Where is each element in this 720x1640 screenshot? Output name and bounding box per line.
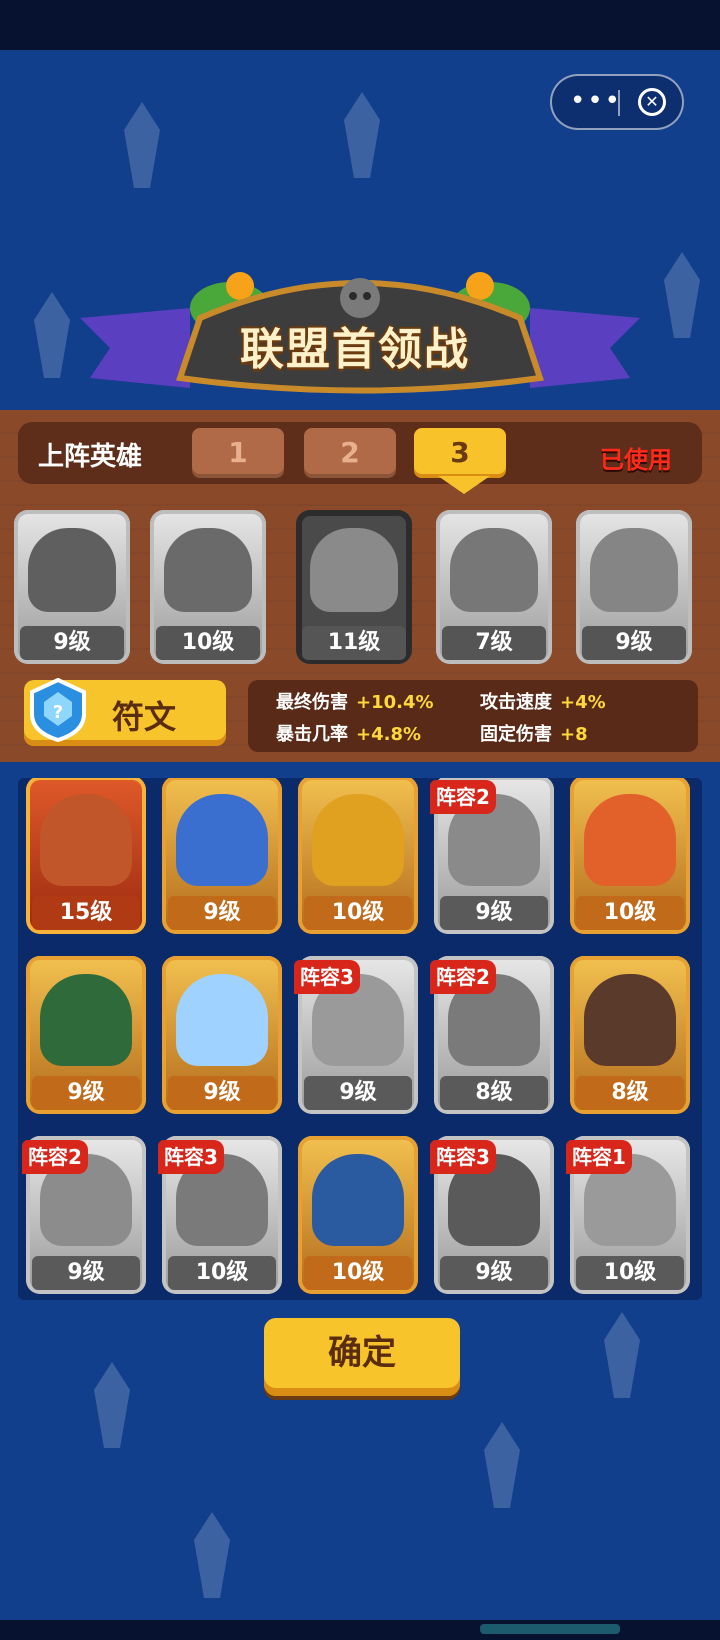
roster-hero-card[interactable]: 9级 — [158, 778, 286, 940]
roster-hero-card[interactable]: 9级 阵容2 — [22, 1128, 150, 1300]
hero-portrait — [164, 528, 252, 612]
rune-shield-icon: ? — [30, 678, 86, 742]
hero-portrait — [590, 528, 678, 612]
roster-hero-card[interactable]: 10级 — [294, 1128, 422, 1300]
hero-portrait — [584, 974, 676, 1066]
close-circle-icon[interactable]: ✕ — [638, 88, 666, 116]
lineup-badge: 阵容2 — [430, 780, 496, 814]
miniprogram-capsule: ••• ✕ — [550, 74, 684, 130]
hero-level: 9级 — [20, 626, 124, 660]
lineup-badge: 阵容3 — [158, 1140, 224, 1174]
roster-hero-card[interactable]: 9级 阵容2 — [430, 778, 558, 940]
background-figure-icon — [480, 1420, 524, 1510]
roster-hero-card[interactable]: 8级 阵容2 — [430, 948, 558, 1120]
hero-level: 9级 — [440, 1256, 548, 1290]
hero-level: 9级 — [168, 896, 276, 930]
more-dots-icon[interactable]: ••• — [570, 86, 622, 116]
hero-portrait — [176, 974, 268, 1066]
hero-portrait — [310, 528, 398, 612]
tab-team-2[interactable]: 2 — [304, 428, 396, 478]
hero-level: 9级 — [582, 626, 686, 660]
hero-level: 9级 — [32, 1256, 140, 1290]
stat-crit-chance: 暴击几率 +4.8% — [276, 724, 422, 745]
background-figure-icon — [120, 100, 164, 190]
hero-portrait — [312, 794, 404, 886]
stat-final-damage: 最终伤害 +10.4% — [276, 692, 434, 713]
active-tab-pointer — [438, 476, 490, 494]
roster-hero-card[interactable]: 10级 阵容3 — [158, 1128, 286, 1300]
lineup-hero-card[interactable]: 11级 — [292, 500, 418, 668]
status-badge: 已使用 — [600, 446, 672, 474]
background-figure-icon — [90, 1360, 134, 1450]
hero-portrait — [312, 1154, 404, 1246]
background-figure-icon — [660, 250, 704, 340]
hero-level: 9级 — [32, 1076, 140, 1110]
lineup-badge: 阵容3 — [294, 960, 360, 994]
roster-hero-card[interactable]: 15级 — [22, 778, 150, 940]
lineup-row: 9级 10级 11级 7级 9级 — [10, 500, 710, 670]
lineup-hero-card[interactable]: 9级 — [10, 500, 136, 668]
hero-portrait — [176, 794, 268, 886]
hero-level: 9级 — [304, 1076, 412, 1110]
hero-level: 9级 — [168, 1076, 276, 1110]
svg-text:?: ? — [53, 702, 63, 723]
tab-team-3[interactable]: 3 — [414, 428, 506, 478]
stat-fixed-damage: 固定伤害 +8 — [480, 724, 588, 745]
roster-hero-card[interactable]: 9级 阵容3 — [430, 1128, 558, 1300]
hero-level: 8级 — [576, 1076, 684, 1110]
capsule-divider — [618, 90, 620, 116]
home-indicator-bar — [0, 1620, 720, 1640]
hero-roster[interactable]: 15级 9级 10级 9级 阵容2 10级 9级 9级 9级 阵容3 8级 阵容2 8级 9级 阵容2 10级… — [18, 778, 702, 1300]
hero-portrait — [28, 528, 116, 612]
hero-level: 10级 — [168, 1256, 276, 1290]
rune-label: 符文 — [112, 698, 177, 736]
background-figure-icon — [30, 290, 74, 380]
roster-hero-card[interactable]: 9级 — [158, 948, 286, 1120]
tab-team-1[interactable]: 1 — [192, 428, 284, 478]
banner-title: 联盟首领战 — [240, 324, 470, 375]
hero-level: 10级 — [576, 896, 684, 930]
lineup-badge: 阵容2 — [430, 960, 496, 994]
lineup-hero-card[interactable]: 9级 — [572, 500, 698, 668]
hero-portrait — [584, 794, 676, 886]
stat-attack-speed: 攻击速度 +4% — [480, 692, 606, 713]
lineup-hero-card[interactable]: 10级 — [146, 500, 272, 668]
hero-level: 9级 — [440, 896, 548, 930]
lineup-hero-card[interactable]: 7级 — [432, 500, 558, 668]
background-figure-icon — [190, 1510, 234, 1600]
lineup-badge: 阵容1 — [566, 1140, 632, 1174]
background-figure-icon — [340, 90, 384, 180]
hero-level: 10级 — [304, 896, 412, 930]
roster-hero-card[interactable]: 10级 — [566, 778, 694, 940]
background-figure-icon — [600, 1310, 644, 1400]
hero-level: 7级 — [442, 626, 546, 660]
confirm-button[interactable]: 确定 — [264, 1318, 460, 1396]
hero-portrait — [40, 974, 132, 1066]
hero-portrait — [40, 794, 132, 886]
hero-level: 15级 — [32, 896, 140, 930]
hero-level: 11级 — [302, 626, 406, 660]
hero-level: 10级 — [156, 626, 260, 660]
roster-hero-card[interactable]: 8级 — [566, 948, 694, 1120]
hero-portrait — [450, 528, 538, 612]
roster-hero-card[interactable]: 10级 — [294, 778, 422, 940]
team-label: 上阵英雄 — [38, 442, 143, 472]
lineup-badge: 阵容3 — [430, 1140, 496, 1174]
roster-hero-card[interactable]: 9级 阵容3 — [294, 948, 422, 1120]
hero-level: 10级 — [304, 1256, 412, 1290]
hero-level: 10级 — [576, 1256, 684, 1290]
lineup-badge: 阵容2 — [22, 1140, 88, 1174]
roster-hero-card[interactable]: 10级 阵容1 — [566, 1128, 694, 1300]
roster-hero-card[interactable]: 9级 — [22, 948, 150, 1120]
hero-level: 8级 — [440, 1076, 548, 1110]
status-bar — [0, 0, 720, 50]
